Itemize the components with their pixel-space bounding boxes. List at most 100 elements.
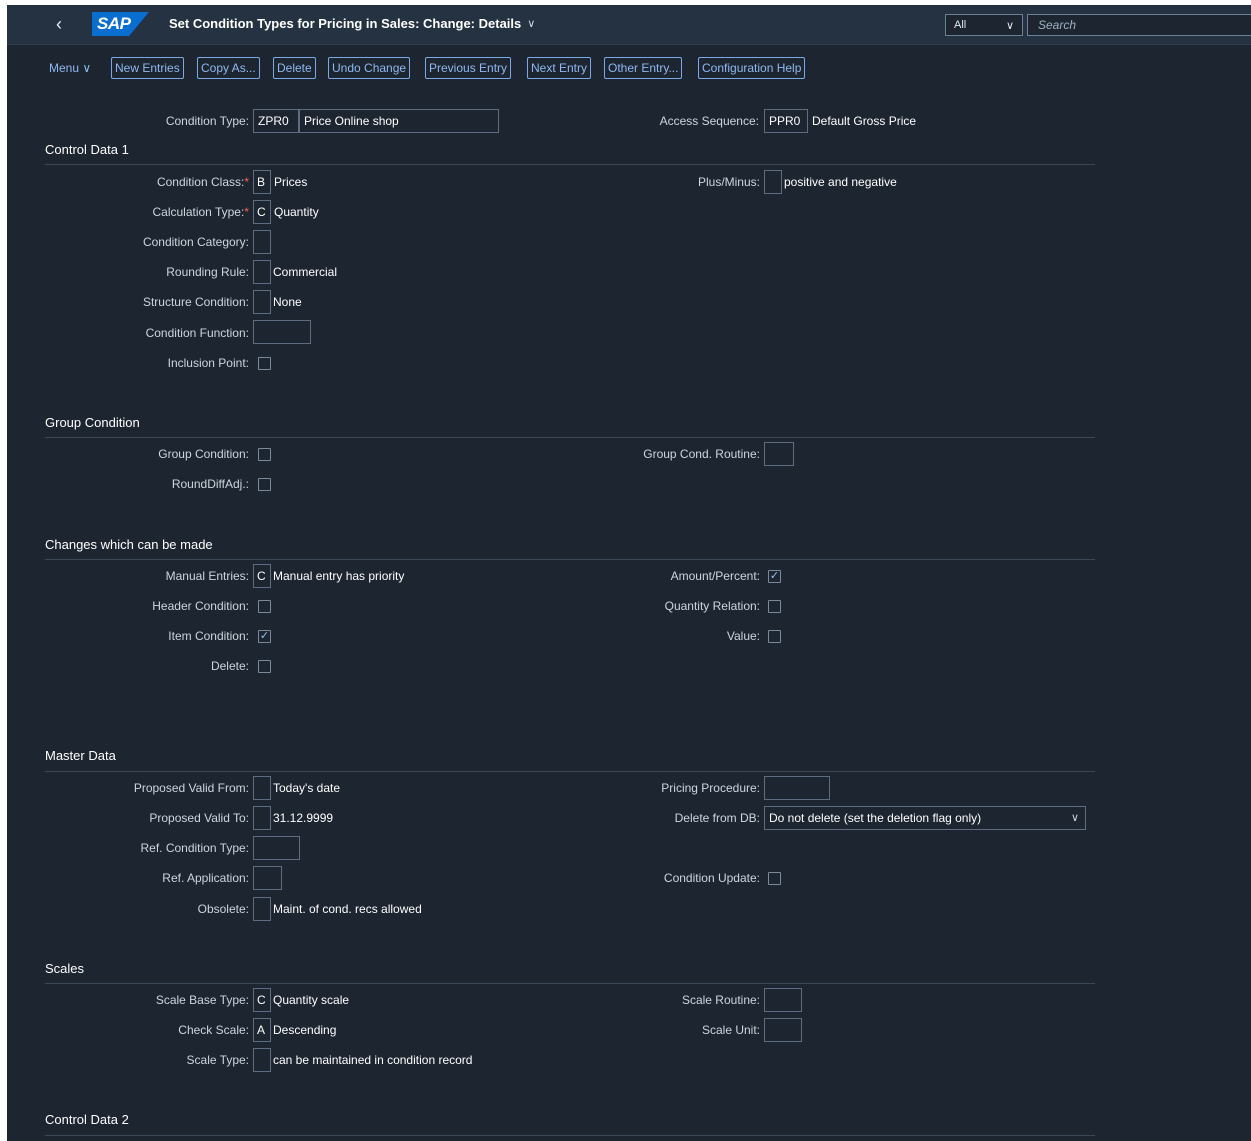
check-scale-field[interactable]: A bbox=[253, 1018, 271, 1042]
section-divider bbox=[45, 983, 1095, 984]
value-checkbox[interactable] bbox=[768, 630, 781, 643]
manual-entries-label: Manual Entries: bbox=[165, 569, 249, 583]
condition-type-label: Condition Type: bbox=[165, 114, 249, 128]
item-condition-label: Item Condition: bbox=[168, 629, 249, 643]
plus-minus-field[interactable] bbox=[764, 170, 782, 194]
round-diff-adj-checkbox[interactable] bbox=[258, 478, 271, 491]
condition-class-label-text: Condition Class: bbox=[156, 175, 245, 189]
new-entries-button[interactable]: New Entries bbox=[111, 57, 184, 79]
quantity-relation-label: Quantity Relation: bbox=[664, 599, 760, 613]
proposed-valid-from-text: Today's date bbox=[273, 781, 341, 795]
back-icon[interactable]: ‹ bbox=[56, 14, 62, 35]
structure-condition-text: None bbox=[273, 295, 302, 309]
group-condition-label: Group Condition: bbox=[158, 447, 249, 461]
group-condition-checkbox[interactable] bbox=[258, 448, 271, 461]
scale-routine-field[interactable] bbox=[764, 988, 802, 1012]
next-entry-button[interactable]: Next Entry bbox=[527, 57, 592, 79]
plus-minus-label: Plus/Minus: bbox=[697, 175, 760, 189]
scale-base-type-label: Scale Base Type: bbox=[155, 993, 249, 1007]
delete-label: Delete: bbox=[210, 659, 249, 673]
value-label: Value: bbox=[726, 629, 760, 643]
ref-application-label: Ref. Application: bbox=[162, 871, 249, 885]
chevron-down-icon: ∨ bbox=[1005, 19, 1014, 32]
delete-from-db-label: Delete from DB: bbox=[674, 811, 760, 825]
other-entry-button[interactable]: Other Entry... bbox=[604, 57, 683, 79]
round-diff-adj-label: RoundDiffAdj.: bbox=[171, 477, 249, 491]
scale-type-label: Scale Type: bbox=[186, 1053, 249, 1067]
proposed-valid-to-text: 31.12.9999 bbox=[273, 811, 334, 825]
access-sequence-text: Default Gross Price bbox=[812, 114, 917, 128]
section-divider bbox=[45, 1135, 1095, 1136]
delete-from-db-select[interactable]: Do not delete (set the deletion flag onl… bbox=[764, 806, 1086, 830]
search-scope-select[interactable]: All ∨ bbox=[945, 14, 1023, 36]
copy-as-button[interactable]: Copy As... bbox=[197, 57, 260, 79]
structure-condition-field[interactable] bbox=[253, 290, 271, 314]
group-cond-routine-label: Group Cond. Routine: bbox=[643, 447, 760, 461]
group-cond-routine-field[interactable] bbox=[764, 442, 794, 466]
sap-logo-text: SAP bbox=[97, 14, 131, 33]
scale-type-field[interactable] bbox=[253, 1048, 271, 1072]
scale-routine-label: Scale Routine: bbox=[681, 993, 760, 1007]
delete-from-db-value: Do not delete (set the deletion flag onl… bbox=[769, 811, 982, 825]
condition-update-checkbox[interactable] bbox=[768, 872, 781, 885]
scale-type-text: can be maintained in condition record bbox=[273, 1053, 473, 1067]
proposed-valid-from-field[interactable] bbox=[253, 776, 271, 800]
rounding-rule-field[interactable] bbox=[253, 260, 271, 284]
check-scale-text: Descending bbox=[273, 1023, 337, 1037]
condition-type-code-field[interactable]: ZPR0 bbox=[253, 109, 299, 133]
header-condition-checkbox[interactable] bbox=[258, 600, 271, 613]
pricing-procedure-field[interactable] bbox=[764, 776, 830, 800]
condition-category-field[interactable] bbox=[253, 230, 271, 254]
ref-application-field[interactable] bbox=[253, 866, 282, 890]
search-input[interactable]: Search bbox=[1027, 14, 1251, 36]
delete-button[interactable]: Delete bbox=[273, 57, 316, 79]
amount-percent-checkbox[interactable]: ✓ bbox=[768, 570, 781, 583]
ref-condition-type-field[interactable] bbox=[253, 836, 300, 860]
proposed-valid-from-label: Proposed Valid From: bbox=[133, 781, 249, 795]
toolbar: Menu ∨ New Entries Copy As... Delete Und… bbox=[7, 57, 1251, 81]
section-divider bbox=[45, 559, 1095, 560]
condition-function-field[interactable] bbox=[253, 320, 311, 344]
section-divider bbox=[45, 437, 1095, 438]
ref-condition-type-label: Ref. Condition Type: bbox=[140, 841, 249, 855]
section-title-group-condition: Group Condition bbox=[45, 415, 140, 430]
access-sequence-code-field[interactable]: PPR0 bbox=[764, 109, 808, 133]
scale-base-type-text: Quantity scale bbox=[273, 993, 350, 1007]
header-condition-label: Header Condition: bbox=[152, 599, 249, 613]
required-marker: * bbox=[244, 205, 249, 219]
previous-entry-button[interactable]: Previous Entry bbox=[425, 57, 512, 79]
section-divider bbox=[45, 771, 1095, 772]
condition-function-label: Condition Function: bbox=[145, 326, 249, 340]
undo-change-button[interactable]: Undo Change bbox=[328, 57, 411, 79]
condition-update-label: Condition Update: bbox=[663, 871, 760, 885]
section-title-control-data-2: Control Data 2 bbox=[45, 1112, 129, 1127]
inclusion-point-label: Inclusion Point: bbox=[167, 356, 249, 370]
condition-category-label: Condition Category: bbox=[142, 235, 249, 249]
page-title: Set Condition Types for Pricing in Sales… bbox=[169, 16, 522, 31]
required-marker: * bbox=[244, 175, 249, 189]
search-scope-value: All bbox=[954, 19, 967, 31]
condition-class-field[interactable]: B bbox=[253, 170, 271, 194]
menu-button[interactable]: Menu ∨ bbox=[49, 61, 91, 75]
rounding-rule-label: Rounding Rule: bbox=[166, 265, 249, 279]
chevron-down-icon: ∨ bbox=[527, 18, 536, 30]
item-condition-checkbox[interactable]: ✓ bbox=[258, 630, 271, 643]
scale-unit-field[interactable] bbox=[764, 1018, 802, 1042]
structure-condition-label: Structure Condition: bbox=[142, 295, 249, 309]
inclusion-point-checkbox[interactable] bbox=[258, 357, 271, 370]
access-sequence-label: Access Sequence: bbox=[659, 114, 759, 128]
configuration-help-button[interactable]: Configuration Help bbox=[698, 57, 806, 79]
delete-checkbox[interactable] bbox=[258, 660, 271, 673]
calculation-type-label: Calculation Type:* bbox=[67, 205, 249, 219]
obsolete-field[interactable] bbox=[253, 897, 271, 921]
quantity-relation-checkbox[interactable] bbox=[768, 600, 781, 613]
section-title-control-data-1: Control Data 1 bbox=[45, 142, 129, 157]
sap-logo[interactable]: SAP bbox=[92, 12, 149, 36]
calculation-type-field[interactable]: C bbox=[253, 200, 271, 224]
app-title-menu[interactable]: Set Condition Types for Pricing in Sales… bbox=[169, 16, 535, 31]
scale-unit-label: Scale Unit: bbox=[701, 1023, 760, 1037]
calculation-type-text: Quantity bbox=[274, 205, 319, 219]
manual-entries-field[interactable]: C bbox=[253, 564, 271, 588]
proposed-valid-to-field[interactable] bbox=[253, 806, 271, 830]
scale-base-type-field[interactable]: C bbox=[253, 988, 271, 1012]
